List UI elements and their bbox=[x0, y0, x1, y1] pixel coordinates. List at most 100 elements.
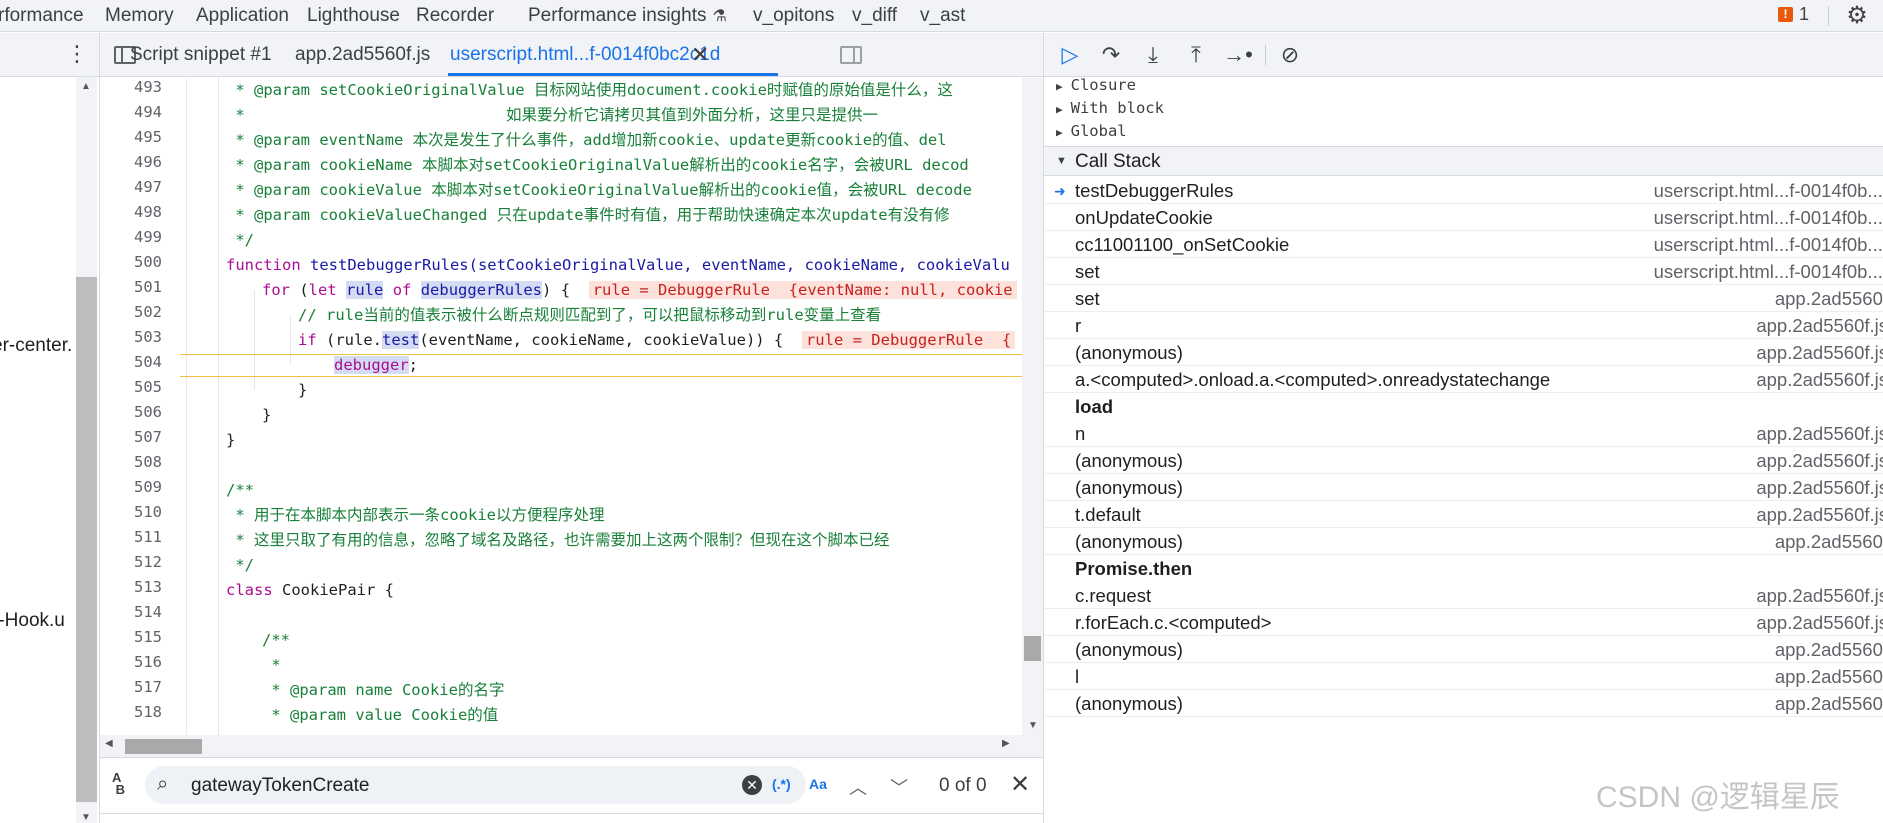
line-number[interactable]: 503 bbox=[100, 328, 162, 346]
code-line[interactable]: * bbox=[262, 653, 280, 678]
frame-location[interactable]: app.2ad5560f.js bbox=[1756, 477, 1883, 499]
frame-location[interactable]: userscript.html...f-0014f0b...: bbox=[1654, 207, 1883, 229]
call-frame[interactable]: cc11001100_onSetCookie userscript.html...… bbox=[1044, 231, 1883, 258]
scope-closure[interactable]: ▶ Closure bbox=[1056, 76, 1136, 94]
call-frame[interactable]: n app.2ad5560f.js bbox=[1044, 420, 1883, 447]
code-line[interactable]: * @param cookieValueChanged 只在update事件时有… bbox=[226, 203, 949, 228]
issues-counter[interactable]: ! 1 bbox=[1778, 4, 1809, 25]
editor-tab-script-snippet[interactable]: Script snippet #1 bbox=[130, 44, 272, 66]
call-frame[interactable]: (anonymous) app.2ad5560f bbox=[1044, 528, 1883, 555]
code-line[interactable]: /** bbox=[226, 478, 254, 503]
line-number[interactable]: 510 bbox=[100, 503, 162, 521]
previous-match-icon[interactable]: ︿ bbox=[849, 774, 867, 800]
frame-location[interactable]: app.2ad5560f.js bbox=[1756, 315, 1883, 337]
line-number-gutter[interactable]: 493 494 495 496 497 498 499 500 501 502 … bbox=[100, 78, 184, 735]
frame-location[interactable]: app.2ad5560f.js bbox=[1756, 423, 1883, 445]
line-number[interactable]: 517 bbox=[100, 678, 162, 696]
code-line[interactable]: } bbox=[298, 378, 307, 403]
code-line[interactable]: function testDebuggerRules(setCookieOrig… bbox=[226, 253, 1010, 278]
code-line[interactable]: * @param value Cookie的值 bbox=[262, 703, 498, 728]
deactivate-breakpoints-icon[interactable]: ⊘ bbox=[1275, 42, 1305, 68]
code-line[interactable]: * @param cookieValue 本脚本对setCookieOrigin… bbox=[226, 178, 972, 203]
frame-location[interactable]: app.2ad5560f bbox=[1775, 639, 1883, 661]
line-number[interactable]: 515 bbox=[100, 628, 162, 646]
code-line[interactable]: * @param setCookieOriginalValue 目标网站使用do… bbox=[226, 78, 953, 103]
frame-location[interactable]: app.2ad5560f bbox=[1775, 693, 1883, 715]
line-number[interactable]: 494 bbox=[100, 103, 162, 121]
line-number[interactable]: 509 bbox=[100, 478, 162, 496]
code-line[interactable]: /** bbox=[262, 628, 290, 653]
editor-horizontal-scrollbar[interactable]: ◀ ▶ bbox=[100, 735, 1043, 757]
tab-v-opitons[interactable]: v_opitons bbox=[753, 4, 834, 28]
call-frame[interactable]: set userscript.html...f-0014f0b...: bbox=[1044, 258, 1883, 285]
frame-location[interactable]: app.2ad5560f bbox=[1775, 531, 1883, 553]
call-stack-header[interactable]: ▼ Call Stack bbox=[1044, 146, 1883, 176]
frame-location[interactable]: app.2ad5560f.js bbox=[1756, 612, 1883, 634]
code-line[interactable]: * 如果要分析它请拷贝其值到外面分析，这里只是提供一 bbox=[226, 103, 878, 128]
code-line[interactable]: } bbox=[226, 428, 235, 453]
code-line[interactable]: for (let rule of debuggerRules) { rule =… bbox=[262, 278, 1017, 303]
call-frame[interactable]: (anonymous) app.2ad5560f.js bbox=[1044, 339, 1883, 366]
code-editor[interactable]: 493 494 495 496 497 498 499 500 501 502 … bbox=[100, 78, 1022, 735]
frame-location[interactable]: app.2ad5560f.js bbox=[1756, 342, 1883, 364]
call-frame[interactable]: (anonymous) app.2ad5560f bbox=[1044, 690, 1883, 717]
line-number[interactable]: 500 bbox=[100, 253, 162, 271]
line-number[interactable]: 501 bbox=[100, 278, 162, 296]
step-icon[interactable]: →• bbox=[1223, 42, 1253, 68]
call-frame-selected[interactable]: ➜ testDebuggerRules userscript.html...f-00… bbox=[1044, 177, 1883, 204]
code-line[interactable]: // rule当前的值表示被什么断点规则匹配到了，可以把鼠标移动到rule变量上… bbox=[298, 303, 881, 328]
code-line[interactable]: * @param name Cookie的名字 bbox=[262, 678, 504, 703]
method-test[interactable]: test bbox=[382, 331, 420, 349]
scope-global[interactable]: ▶ Global bbox=[1056, 122, 1127, 140]
replace-toggle-icon[interactable]: A B bbox=[112, 771, 125, 796]
frame-location[interactable]: app.2ad5560f.js bbox=[1756, 585, 1883, 607]
editor-vertical-scrollbar[interactable]: ▼ bbox=[1022, 78, 1043, 735]
tab-lighthouse[interactable]: Lighthouse bbox=[307, 4, 400, 28]
code-line-paused[interactable]: debugger; bbox=[334, 353, 418, 378]
tab-performance-insights[interactable]: Performance insights ⚗ bbox=[528, 4, 727, 28]
search-input[interactable]: ⌕ gatewayTokenCreate ✕ (.*) Aa bbox=[145, 766, 827, 804]
line-number[interactable]: 498 bbox=[100, 203, 162, 221]
code-line[interactable]: class CookiePair { bbox=[226, 578, 394, 603]
line-number[interactable]: 511 bbox=[100, 528, 162, 546]
call-frame[interactable]: (anonymous) app.2ad5560f.js bbox=[1044, 447, 1883, 474]
frame-location[interactable]: app.2ad5560f.js bbox=[1756, 504, 1883, 526]
line-number[interactable]: 513 bbox=[100, 578, 162, 596]
step-over-icon[interactable]: ↷ bbox=[1096, 42, 1126, 68]
call-frame[interactable]: set app.2ad5560f bbox=[1044, 285, 1883, 312]
tab-memory[interactable]: Memory bbox=[105, 4, 174, 28]
line-number[interactable]: 502 bbox=[100, 303, 162, 321]
match-case-toggle[interactable]: Aa bbox=[809, 776, 827, 792]
scrollbar-thumb[interactable] bbox=[76, 277, 97, 802]
line-number[interactable]: 496 bbox=[100, 153, 162, 171]
line-number[interactable]: 504 bbox=[100, 353, 162, 371]
scroll-down-arrow-icon[interactable]: ▼ bbox=[1028, 720, 1038, 731]
regex-toggle[interactable]: (.*) bbox=[772, 776, 791, 792]
code-line[interactable]: * @param cookieName 本脚本对setCookieOrigina… bbox=[226, 153, 968, 178]
step-into-icon[interactable]: ⤓ bbox=[1138, 42, 1168, 68]
gear-icon[interactable]: ⚙ bbox=[1843, 2, 1871, 30]
toggle-debugger-icon[interactable] bbox=[840, 46, 862, 64]
scrollbar-thumb[interactable] bbox=[1024, 636, 1041, 661]
step-out-icon[interactable]: ⤒ bbox=[1181, 42, 1211, 68]
inline-value[interactable]: rule = DebuggerRule {eventName: null, co… bbox=[588, 281, 1017, 299]
code-line[interactable]: * 这里只取了有用的信息，忽略了域名及路径，也许需要加上这两个限制？但现在这个脚… bbox=[226, 528, 889, 553]
call-frame[interactable]: r.forEach.c.<computed> app.2ad5560f.js bbox=[1044, 609, 1883, 636]
tab-v-diff[interactable]: v_diff bbox=[852, 4, 897, 28]
editor-tab-app-js[interactable]: app.2ad5560f.js bbox=[295, 44, 430, 66]
editor-tab-userscript[interactable]: userscript.html...f-0014f0bc2c1d bbox=[450, 44, 720, 66]
tab-v-ast[interactable]: v_ast bbox=[920, 4, 965, 28]
variable-debuggerrules[interactable]: debuggerRules bbox=[420, 281, 543, 299]
code-line[interactable]: * @param eventName 本次是发生了什么事件，add增加新cook… bbox=[226, 128, 946, 153]
call-frame[interactable]: c.request app.2ad5560f.js bbox=[1044, 582, 1883, 609]
line-number[interactable]: 506 bbox=[100, 403, 162, 421]
line-number[interactable]: 507 bbox=[100, 428, 162, 446]
code-line[interactable]: if (rule.test(eventName, cookieName, coo… bbox=[298, 328, 1016, 353]
frame-location[interactable]: app.2ad5560f.js bbox=[1756, 450, 1883, 472]
call-frame[interactable]: t.default app.2ad5560f.js bbox=[1044, 501, 1883, 528]
line-number[interactable]: 508 bbox=[100, 453, 162, 471]
tab-application[interactable]: Application bbox=[196, 4, 289, 28]
close-tab-icon[interactable]: ✕ bbox=[691, 42, 709, 68]
line-number[interactable]: 518 bbox=[100, 703, 162, 721]
search-input-value[interactable]: gatewayTokenCreate bbox=[191, 775, 370, 797]
